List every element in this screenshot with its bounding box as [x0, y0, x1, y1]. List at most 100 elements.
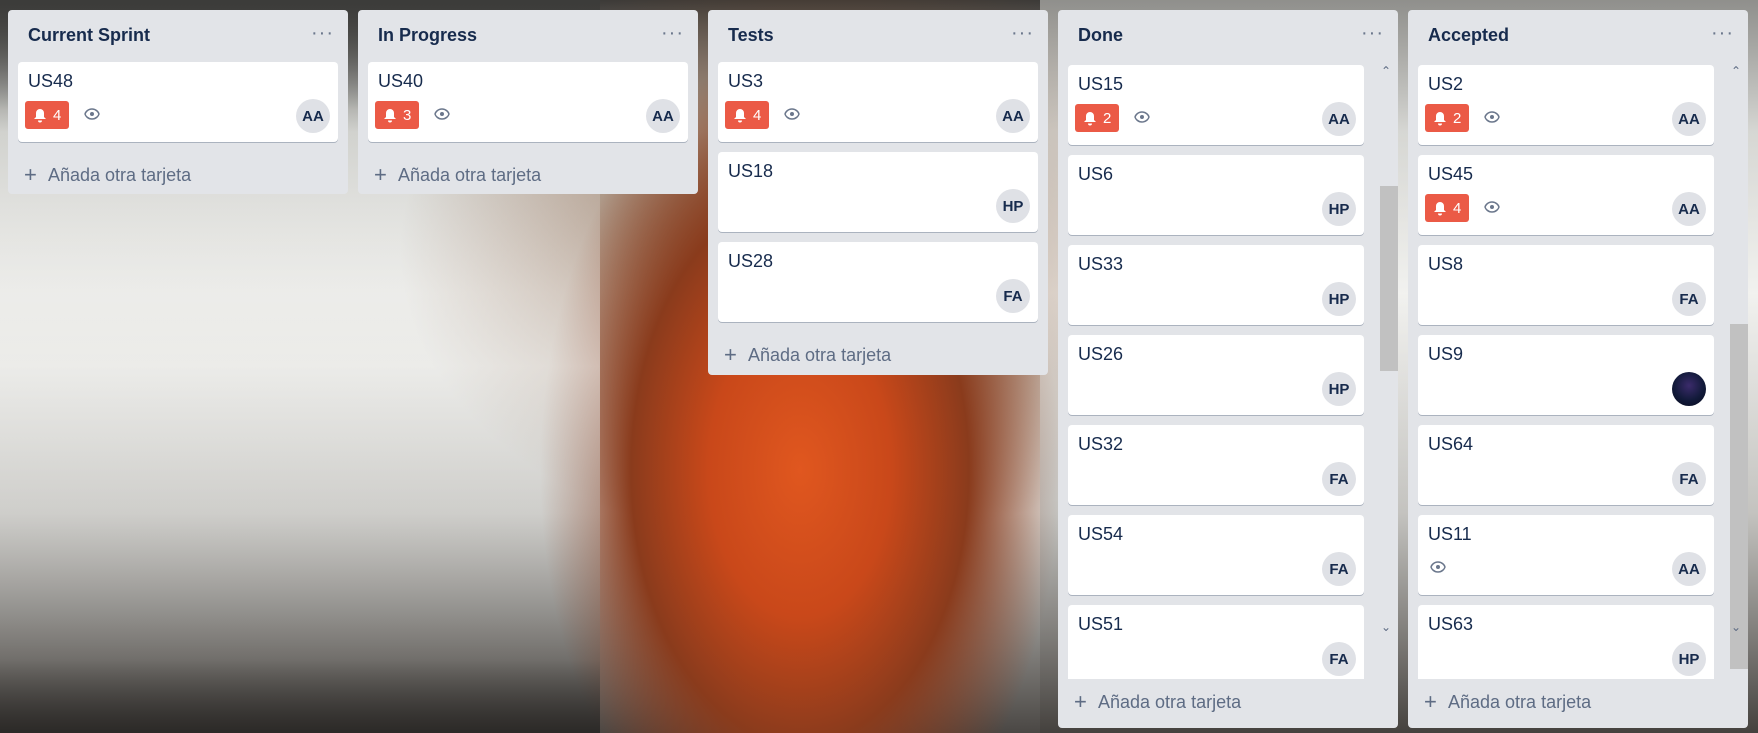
member-avatar[interactable]: FA: [1672, 462, 1706, 496]
card-list-scroll-area[interactable]: US15 2 AA US6 HP US33 HP US26 HP US32 FA…: [1058, 62, 1398, 679]
card[interactable]: US32 FA: [1068, 425, 1364, 505]
card[interactable]: US9: [1418, 335, 1714, 415]
card[interactable]: US6 HP: [1068, 155, 1364, 235]
bell-icon: [34, 108, 46, 122]
card[interactable]: US2 2 AA: [1418, 65, 1714, 145]
eye-icon: [434, 108, 450, 120]
card-title: US63: [1428, 614, 1474, 634]
card-title: US40: [378, 71, 424, 91]
eye-icon: [1484, 111, 1500, 123]
list-header: Tests ···: [708, 10, 1048, 62]
list-done: Done ··· US15 2 AA US6 HP US33 HP US26 H…: [1058, 10, 1398, 728]
card-title: US8: [1428, 254, 1464, 274]
member-avatar[interactable]: AA: [1672, 192, 1706, 226]
list-menu-button[interactable]: ···: [1011, 22, 1034, 45]
card[interactable]: US8 FA: [1418, 245, 1714, 325]
list-title: Accepted: [1428, 25, 1510, 45]
card[interactable]: US40 3 AA: [368, 62, 688, 142]
scroll-down-icon[interactable]: ⌄: [1731, 620, 1741, 634]
list-in-progress: In Progress ··· US40 3 AA + Añada otra t…: [358, 10, 698, 194]
list-title: Current Sprint: [28, 25, 151, 45]
add-card-label: Añada otra tarjeta: [748, 345, 892, 365]
add-card-button[interactable]: + Añada otra tarjeta: [1408, 679, 1748, 727]
scrollbar-thumb[interactable]: [1380, 186, 1398, 371]
list-menu-button[interactable]: ···: [661, 22, 684, 45]
member-avatar[interactable]: FA: [1322, 552, 1356, 586]
list-menu-button[interactable]: ···: [1711, 22, 1734, 45]
member-avatar[interactable]: HP: [996, 189, 1030, 223]
notification-count: 4: [1453, 199, 1462, 217]
card[interactable]: US48 4 AA: [18, 62, 338, 142]
list-accepted: Accepted ··· US2 2 AA US45 4 AA US8 FA U…: [1408, 10, 1748, 728]
card-title: US2: [1428, 74, 1464, 94]
card-title: US64: [1428, 434, 1474, 454]
bell-icon: [1434, 111, 1446, 125]
card[interactable]: US3 4 AA: [718, 62, 1038, 142]
member-avatar[interactable]: AA: [1672, 552, 1706, 586]
member-avatar[interactable]: AA: [996, 99, 1030, 133]
card[interactable]: US51 FA: [1068, 605, 1364, 679]
card-list-scroll-area[interactable]: US2 2 AA US45 4 AA US8 FA US9 US64 FA US…: [1408, 62, 1748, 679]
card-title: US15: [1078, 74, 1124, 94]
add-card-button[interactable]: + Añada otra tarjeta: [358, 152, 698, 200]
member-avatar[interactable]: HP: [1322, 372, 1356, 406]
notification-badge: 2: [1075, 104, 1120, 132]
card[interactable]: US64 FA: [1418, 425, 1714, 505]
list-header: Done ···: [1058, 10, 1398, 62]
eye-icon: [1134, 111, 1150, 123]
card[interactable]: US11 AA: [1418, 515, 1714, 595]
member-avatar[interactable]: HP: [1672, 642, 1706, 676]
eye-icon: [84, 108, 100, 120]
member-avatar[interactable]: HP: [1322, 282, 1356, 316]
scrollbar[interactable]: ⌃ ⌄: [1728, 62, 1748, 682]
member-avatar[interactable]: AA: [1672, 102, 1706, 136]
card-title: US54: [1078, 524, 1124, 544]
bell-icon: [1084, 111, 1096, 125]
list-title: Tests: [728, 25, 774, 45]
list-menu-button[interactable]: ···: [311, 22, 334, 45]
add-card-label: Añada otra tarjeta: [1098, 692, 1242, 712]
card[interactable]: US63 HP: [1418, 605, 1714, 679]
member-avatar[interactable]: FA: [996, 279, 1030, 313]
list-tests: Tests ··· US3 4 AA US18 HP US28 FA + Aña…: [708, 10, 1048, 375]
member-avatar[interactable]: FA: [1672, 282, 1706, 316]
member-avatar[interactable]: HP: [1322, 192, 1356, 226]
list-header: Accepted ···: [1408, 10, 1748, 62]
card[interactable]: US33 HP: [1068, 245, 1364, 325]
scrollbar-thumb[interactable]: [1730, 324, 1748, 669]
scroll-up-icon[interactable]: ⌃: [1381, 64, 1391, 78]
notification-badge: 4: [725, 101, 770, 129]
eye-icon: [1430, 561, 1446, 573]
member-avatar-photo[interactable]: [1672, 372, 1706, 406]
notification-badge: 4: [25, 101, 70, 129]
card[interactable]: US45 4 AA: [1418, 155, 1714, 235]
card-title: US6: [1078, 164, 1114, 184]
eye-icon: [784, 108, 800, 120]
card[interactable]: US54 FA: [1068, 515, 1364, 595]
card[interactable]: US26 HP: [1068, 335, 1364, 415]
card[interactable]: US28 FA: [718, 242, 1038, 322]
plus-icon: +: [374, 162, 387, 187]
add-card-button[interactable]: + Añada otra tarjeta: [708, 332, 1048, 380]
member-avatar[interactable]: AA: [646, 99, 680, 133]
member-avatar[interactable]: FA: [1322, 462, 1356, 496]
card-title: US48: [28, 71, 74, 91]
plus-icon: +: [24, 162, 37, 187]
member-avatar[interactable]: AA: [296, 99, 330, 133]
scroll-up-icon[interactable]: ⌃: [1731, 64, 1741, 78]
scrollbar[interactable]: ⌃ ⌄: [1378, 62, 1398, 682]
notification-count: 4: [53, 106, 62, 124]
member-avatar[interactable]: AA: [1322, 102, 1356, 136]
card[interactable]: US15 2 AA: [1068, 65, 1364, 145]
list-menu-button[interactable]: ···: [1361, 22, 1384, 45]
card-title: US45: [1428, 164, 1474, 184]
add-card-label: Añada otra tarjeta: [1448, 692, 1592, 712]
member-avatar[interactable]: FA: [1322, 642, 1356, 676]
add-card-button[interactable]: + Añada otra tarjeta: [1058, 679, 1398, 727]
card-title: US51: [1078, 614, 1124, 634]
eye-icon: [1484, 201, 1500, 213]
card[interactable]: US18 HP: [718, 152, 1038, 232]
add-card-button[interactable]: + Añada otra tarjeta: [8, 152, 348, 200]
scroll-down-icon[interactable]: ⌄: [1381, 620, 1391, 634]
notification-count: 3: [403, 106, 412, 124]
